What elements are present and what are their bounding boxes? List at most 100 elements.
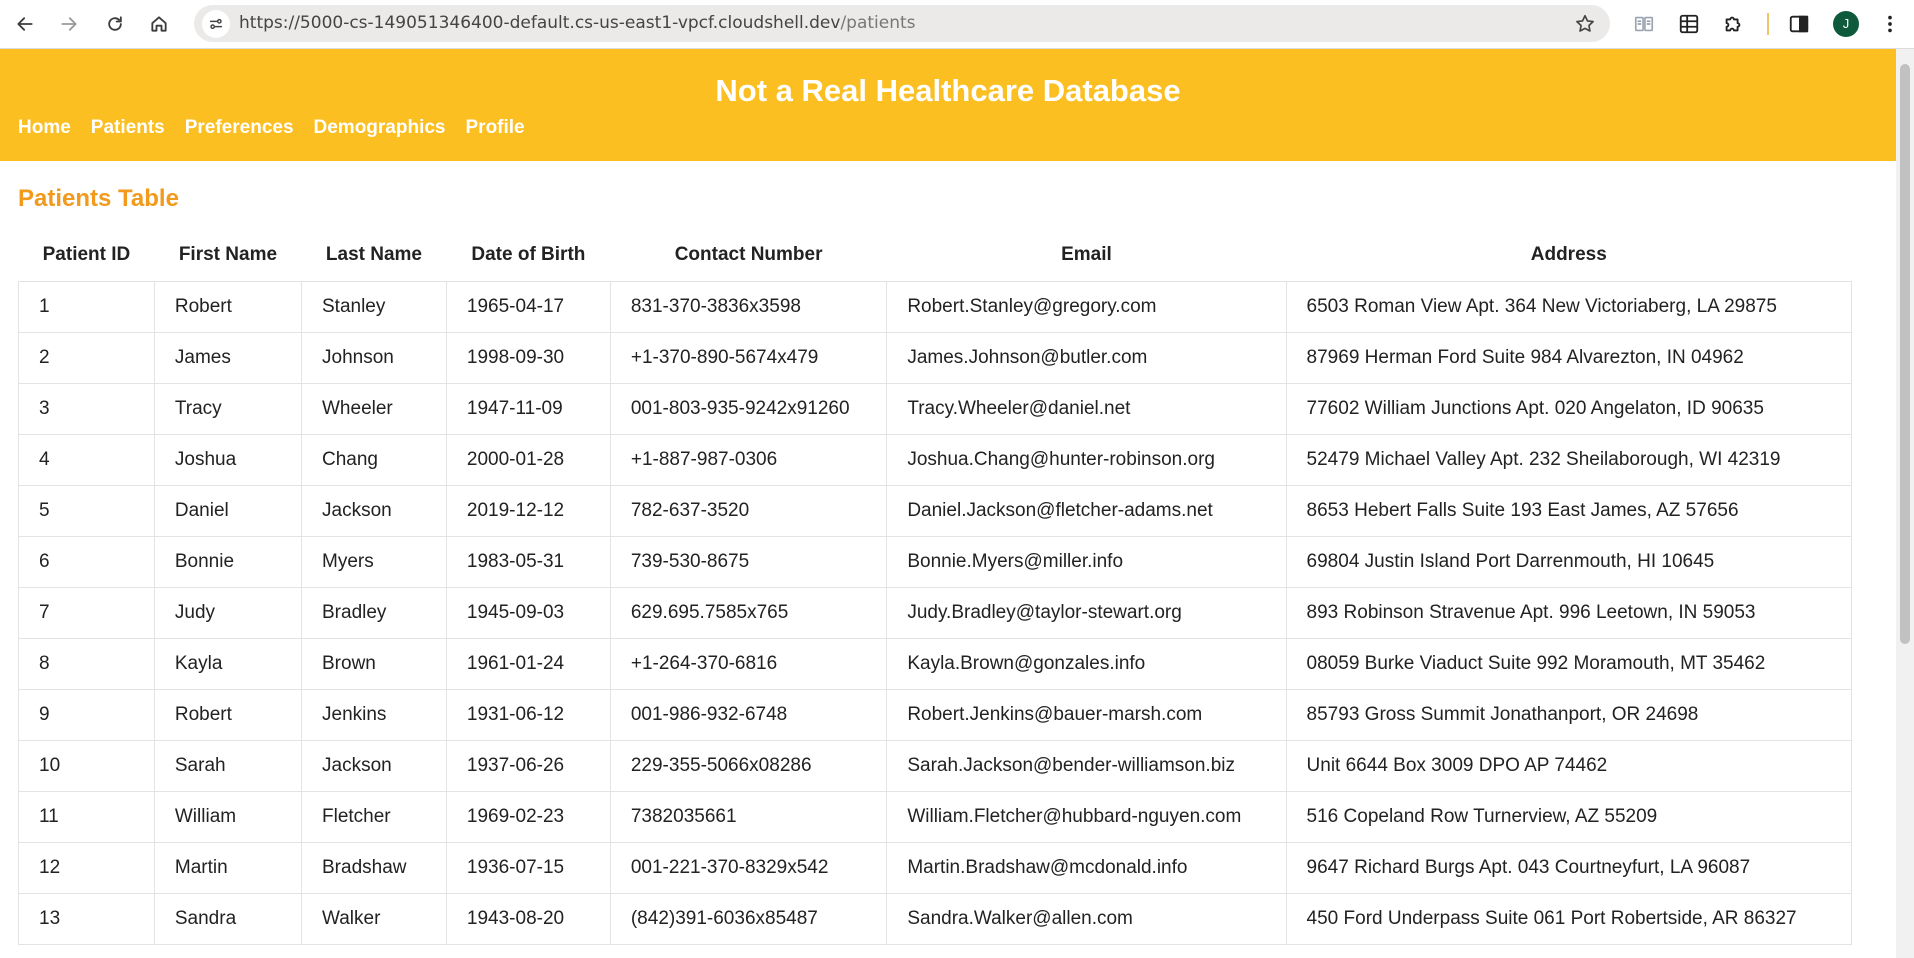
reload-icon [108, 16, 122, 31]
url-host: https://5000-cs-149051346400-default.cs-… [239, 13, 841, 33]
site-title: Not a Real Healthcare Database [715, 73, 1181, 108]
table-row: 7 Judy Bradley 1945-09-03 629.695.7585x765 Ju… [18, 587, 1853, 639]
col-last-name-cell: Bradley [301, 587, 447, 639]
col-address-cell: 893 Robinson Stravenue Apt. 996 Leetown,… [1285, 587, 1853, 639]
col-address-cell: 69804 Justin Island Port Darrenmouth, HI… [1285, 536, 1853, 588]
col-first-name-header: First Name [178, 244, 278, 265]
col-date-of-birth-cell: 1936-07-15 [445, 842, 611, 894]
nav-preferences[interactable]: Preferences [185, 117, 294, 139]
col-last-name-cell: Stanley [301, 281, 447, 333]
col-last-name-cell: Jackson [301, 485, 447, 537]
site-header: Not a Real Healthcare Database Home Pati… [0, 49, 1896, 161]
col-patient-id-cell: 7 [18, 587, 155, 639]
table-header-row: Patient ID First Name Last Name Date of Bir… [19, 229, 1852, 282]
table-body: 1 Robert Stanley 1965-04-17 831-370-3836x359… [18, 281, 1853, 945]
col-date-of-birth-cell: 1969-02-23 [445, 791, 611, 843]
col-patient-id-cell: 10 [18, 740, 155, 792]
nav-home[interactable]: Home [18, 117, 71, 139]
col-email-cell: Robert.Stanley@gregory.com [886, 281, 1287, 333]
table-row: 4 Joshua Chang 2000-01-28 +1-887-987-0306 Jos… [18, 434, 1853, 486]
section-title: Patients Table [18, 185, 179, 212]
back-button[interactable] [8, 7, 42, 41]
col-address-cell: 52479 Michael Valley Apt. 232 Sheilaboro… [1285, 434, 1853, 486]
col-first-name-cell: Bonnie [153, 536, 303, 588]
col-last-name-cell: Myers [301, 536, 447, 588]
nav-profile[interactable]: Profile [466, 117, 525, 139]
col-contact-number-cell: 7382035661 [609, 791, 888, 843]
col-date-of-birth-cell: 1937-06-26 [445, 740, 611, 792]
patients-table: Patient ID First Name Last Name Date of Bir… [18, 229, 1853, 945]
url-text[interactable]: https://5000-cs-149051346400-default.cs-… [239, 5, 916, 42]
col-address-cell: 8653 Hebert Falls Suite 193 East James, … [1285, 485, 1853, 537]
col-first-name-cell: Robert [153, 281, 303, 333]
col-first-name-cell: Kayla [153, 638, 303, 690]
col-last-name-cell: Jenkins [301, 689, 447, 741]
col-date-of-birth-cell: 1998-09-30 [445, 332, 611, 384]
col-email-cell: Joshua.Chang@hunter-robinson.org [886, 434, 1287, 486]
col-first-name-cell: Tracy [153, 383, 303, 435]
col-email-cell: William.Fletcher@hubbard-nguyen.com [886, 791, 1287, 843]
col-address-cell: 85793 Gross Summit Jonathanport, OR 2469… [1285, 689, 1853, 741]
col-contact-number-header: Contact Number [674, 244, 823, 265]
col-date-of-birth-cell: 2019-12-12 [445, 485, 611, 537]
col-email-cell: Tracy.Wheeler@daniel.net [886, 383, 1287, 435]
col-first-name-cell: Joshua [153, 434, 303, 486]
col-patient-id-cell: 1 [18, 281, 155, 333]
page-content: Not a Real Healthcare Database Home Pati… [0, 49, 1896, 958]
scrollbar-thumb[interactable] [1900, 64, 1910, 644]
col-first-name-cell: Sarah [153, 740, 303, 792]
nav-patients[interactable]: Patients [91, 117, 165, 139]
home-button[interactable] [142, 7, 176, 41]
col-address-cell: 87969 Herman Ford Suite 984 Alvarezton, … [1285, 332, 1853, 384]
col-address-cell: 6503 Roman View Apt. 364 New Victoriaber… [1285, 281, 1853, 333]
col-contact-number-cell: +1-887-987-0306 [609, 434, 888, 486]
profile-avatar[interactable]: J [1833, 11, 1859, 37]
address-bar[interactable]: https://5000-cs-149051346400-default.cs-… [194, 5, 1610, 42]
nav-demographics[interactable]: Demographics [314, 117, 446, 139]
col-address-cell: Unit 6644 Box 3009 DPO AP 74462 [1285, 740, 1853, 792]
col-contact-number-cell: 001-986-932-6748 [609, 689, 888, 741]
col-patient-id-cell: 11 [18, 791, 155, 843]
col-patient-id-cell: 12 [18, 842, 155, 894]
col-last-name-header: Last Name [325, 244, 422, 265]
page-scrollbar[interactable] [1896, 49, 1914, 958]
main-nav: Home Patients Preferences Demographics P… [18, 117, 525, 139]
star-icon[interactable] [1574, 13, 1596, 35]
col-patient-id-cell: 6 [18, 536, 155, 588]
reload-button[interactable] [98, 7, 132, 41]
site-info-button[interactable] [202, 10, 230, 38]
table-row: 8 Kayla Brown 1961-01-24 +1-264-370-6816 Kayl… [18, 638, 1853, 690]
forward-button[interactable] [52, 7, 86, 41]
col-patient-id-cell: 9 [18, 689, 155, 741]
col-first-name-cell: Robert [153, 689, 303, 741]
col-address-cell: 77602 William Junctions Apt. 020 Angelat… [1285, 383, 1853, 435]
col-date-of-birth-cell: 1945-09-03 [445, 587, 611, 639]
col-last-name-cell: Johnson [301, 332, 447, 384]
reading-list-button[interactable] [1629, 9, 1659, 39]
col-address-cell: 9647 Richard Burgs Apt. 043 Courtneyfurt… [1285, 842, 1853, 894]
table-extension-button[interactable] [1674, 9, 1704, 39]
col-contact-number-cell: +1-370-890-5674x479 [609, 332, 888, 384]
col-address-header: Address [1530, 244, 1607, 265]
col-first-name-cell: William [153, 791, 303, 843]
table-row: 9 Robert Jenkins 1931-06-12 001-986-932-6748… [18, 689, 1853, 741]
col-date-of-birth-cell: 1961-01-24 [445, 638, 611, 690]
extensions-button[interactable] [1718, 9, 1748, 39]
url-path: /patients [840, 13, 916, 33]
col-patient-id-cell: 4 [18, 434, 155, 486]
col-last-name-cell: Chang [301, 434, 447, 486]
col-patient-id-cell: 3 [18, 383, 155, 435]
table-row: 5 Daniel Jackson 2019-12-12 782-637-3520 Dani… [18, 485, 1853, 537]
table-row: 1 Robert Stanley 1965-04-17 831-370-3836x359… [18, 281, 1853, 333]
arrow-left-icon [17, 17, 33, 31]
side-panel-button[interactable] [1784, 9, 1814, 39]
col-contact-number-cell: +1-264-370-6816 [609, 638, 888, 690]
col-last-name-cell: Wheeler [301, 383, 447, 435]
browser-menu-button[interactable] [1875, 9, 1905, 39]
kebab-menu-icon [1888, 15, 1892, 33]
col-date-of-birth-cell: 1965-04-17 [445, 281, 611, 333]
col-first-name-cell: Sandra [153, 893, 303, 945]
col-email-cell: Sandra.Walker@allen.com [886, 893, 1287, 945]
reading-list-icon [1634, 16, 1654, 32]
sidebar-icon [1789, 15, 1809, 33]
